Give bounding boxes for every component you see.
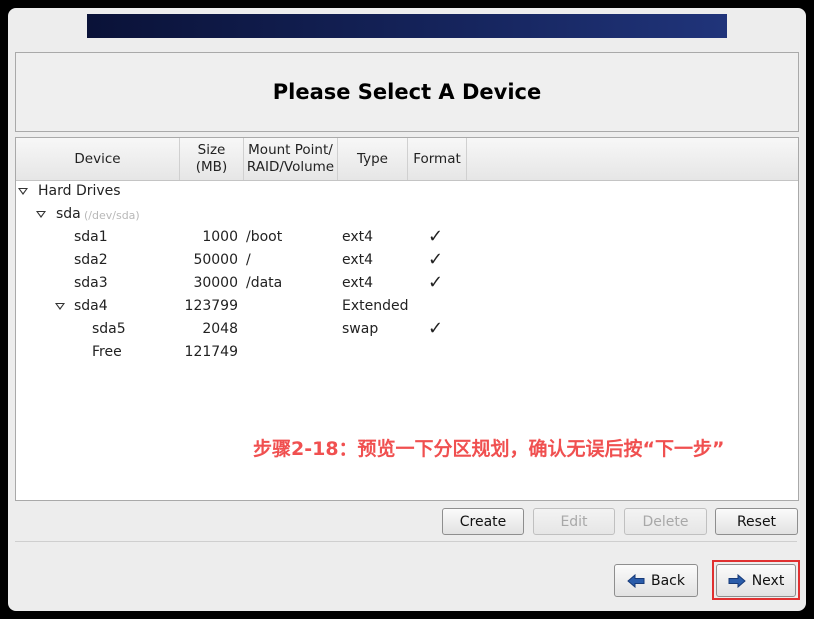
size-cell: 1000 (202, 229, 238, 245)
type-cell: ext4 (342, 275, 374, 291)
tree-header: Device Size (MB) Mount Point/ RAID/Volum… (16, 138, 798, 181)
type-cell: ext4 (342, 229, 374, 245)
size-cell: 123799 (184, 298, 238, 314)
device-cell: sda5 (92, 321, 126, 337)
format-check-icon: ✓ (428, 226, 444, 247)
tree-row-hard-drives[interactable]: Hard Drives (16, 180, 798, 203)
table-row[interactable]: Free 121749 (16, 341, 798, 364)
next-button[interactable]: Next (716, 564, 796, 597)
device-cell: sda4 (74, 298, 108, 314)
device-cell: sda2 (74, 252, 108, 268)
device-cell: sda1 (74, 229, 108, 245)
column-header-format[interactable]: Format (408, 138, 467, 180)
tree-row-disk-sda[interactable]: sda (/dev/sda) (16, 203, 798, 226)
table-row[interactable]: sda2 50000 / ext4 ✓ (16, 249, 798, 272)
table-row[interactable]: sda5 2048 swap ✓ (16, 318, 798, 341)
divider (15, 541, 797, 542)
disk-name: sda (56, 206, 81, 222)
group-label: Hard Drives (38, 183, 121, 199)
title-panel: Please Select A Device (15, 52, 799, 132)
column-header-size[interactable]: Size (MB) (180, 138, 244, 180)
device-cell: sda3 (74, 275, 108, 291)
mount-cell: /data (246, 275, 283, 291)
expander-triangle-icon[interactable] (18, 188, 28, 195)
size-cell: 30000 (193, 275, 238, 291)
column-header-mount-point[interactable]: Mount Point/ RAID/Volume (244, 138, 338, 180)
step-annotation: 步骤2-18：预览一下分区规划，确认无误后按“下一步” (253, 438, 725, 460)
size-cell: 121749 (184, 344, 238, 360)
header-banner (87, 14, 727, 38)
reset-button[interactable]: Reset (715, 508, 798, 535)
table-row[interactable]: sda4 123799 Extended (16, 295, 798, 318)
arrow-left-icon (627, 573, 645, 588)
next-label: Next (751, 572, 785, 589)
type-cell: Extended (342, 298, 409, 314)
back-button[interactable]: Back (614, 564, 698, 597)
create-button[interactable]: Create (442, 508, 524, 535)
back-label: Back (651, 572, 685, 589)
page-title: Please Select A Device (272, 80, 542, 104)
expander-triangle-icon[interactable] (55, 303, 65, 310)
edit-button[interactable]: Edit (533, 508, 615, 535)
device-cell: Free (92, 344, 122, 360)
type-cell: ext4 (342, 252, 374, 268)
mount-cell: /boot (246, 229, 283, 245)
format-check-icon: ✓ (428, 272, 444, 293)
format-check-icon: ✓ (428, 249, 444, 270)
type-cell: swap (342, 321, 379, 337)
column-header-type[interactable]: Type (338, 138, 408, 180)
delete-button[interactable]: Delete (624, 508, 707, 535)
installer-window: Please Select A Device Device Size (MB) … (8, 8, 806, 611)
mount-cell: / (246, 252, 251, 268)
disk-path: (/dev/sda) (84, 209, 140, 222)
format-check-icon: ✓ (428, 318, 444, 339)
table-row[interactable]: sda3 30000 /data ext4 ✓ (16, 272, 798, 295)
column-header-device[interactable]: Device (16, 138, 180, 180)
expander-triangle-icon[interactable] (36, 211, 46, 218)
size-cell: 2048 (202, 321, 238, 337)
size-cell: 50000 (193, 252, 238, 268)
device-tree[interactable]: Device Size (MB) Mount Point/ RAID/Volum… (15, 137, 799, 501)
table-row[interactable]: sda1 1000 /boot ext4 ✓ (16, 226, 798, 249)
arrow-right-icon (728, 573, 746, 588)
